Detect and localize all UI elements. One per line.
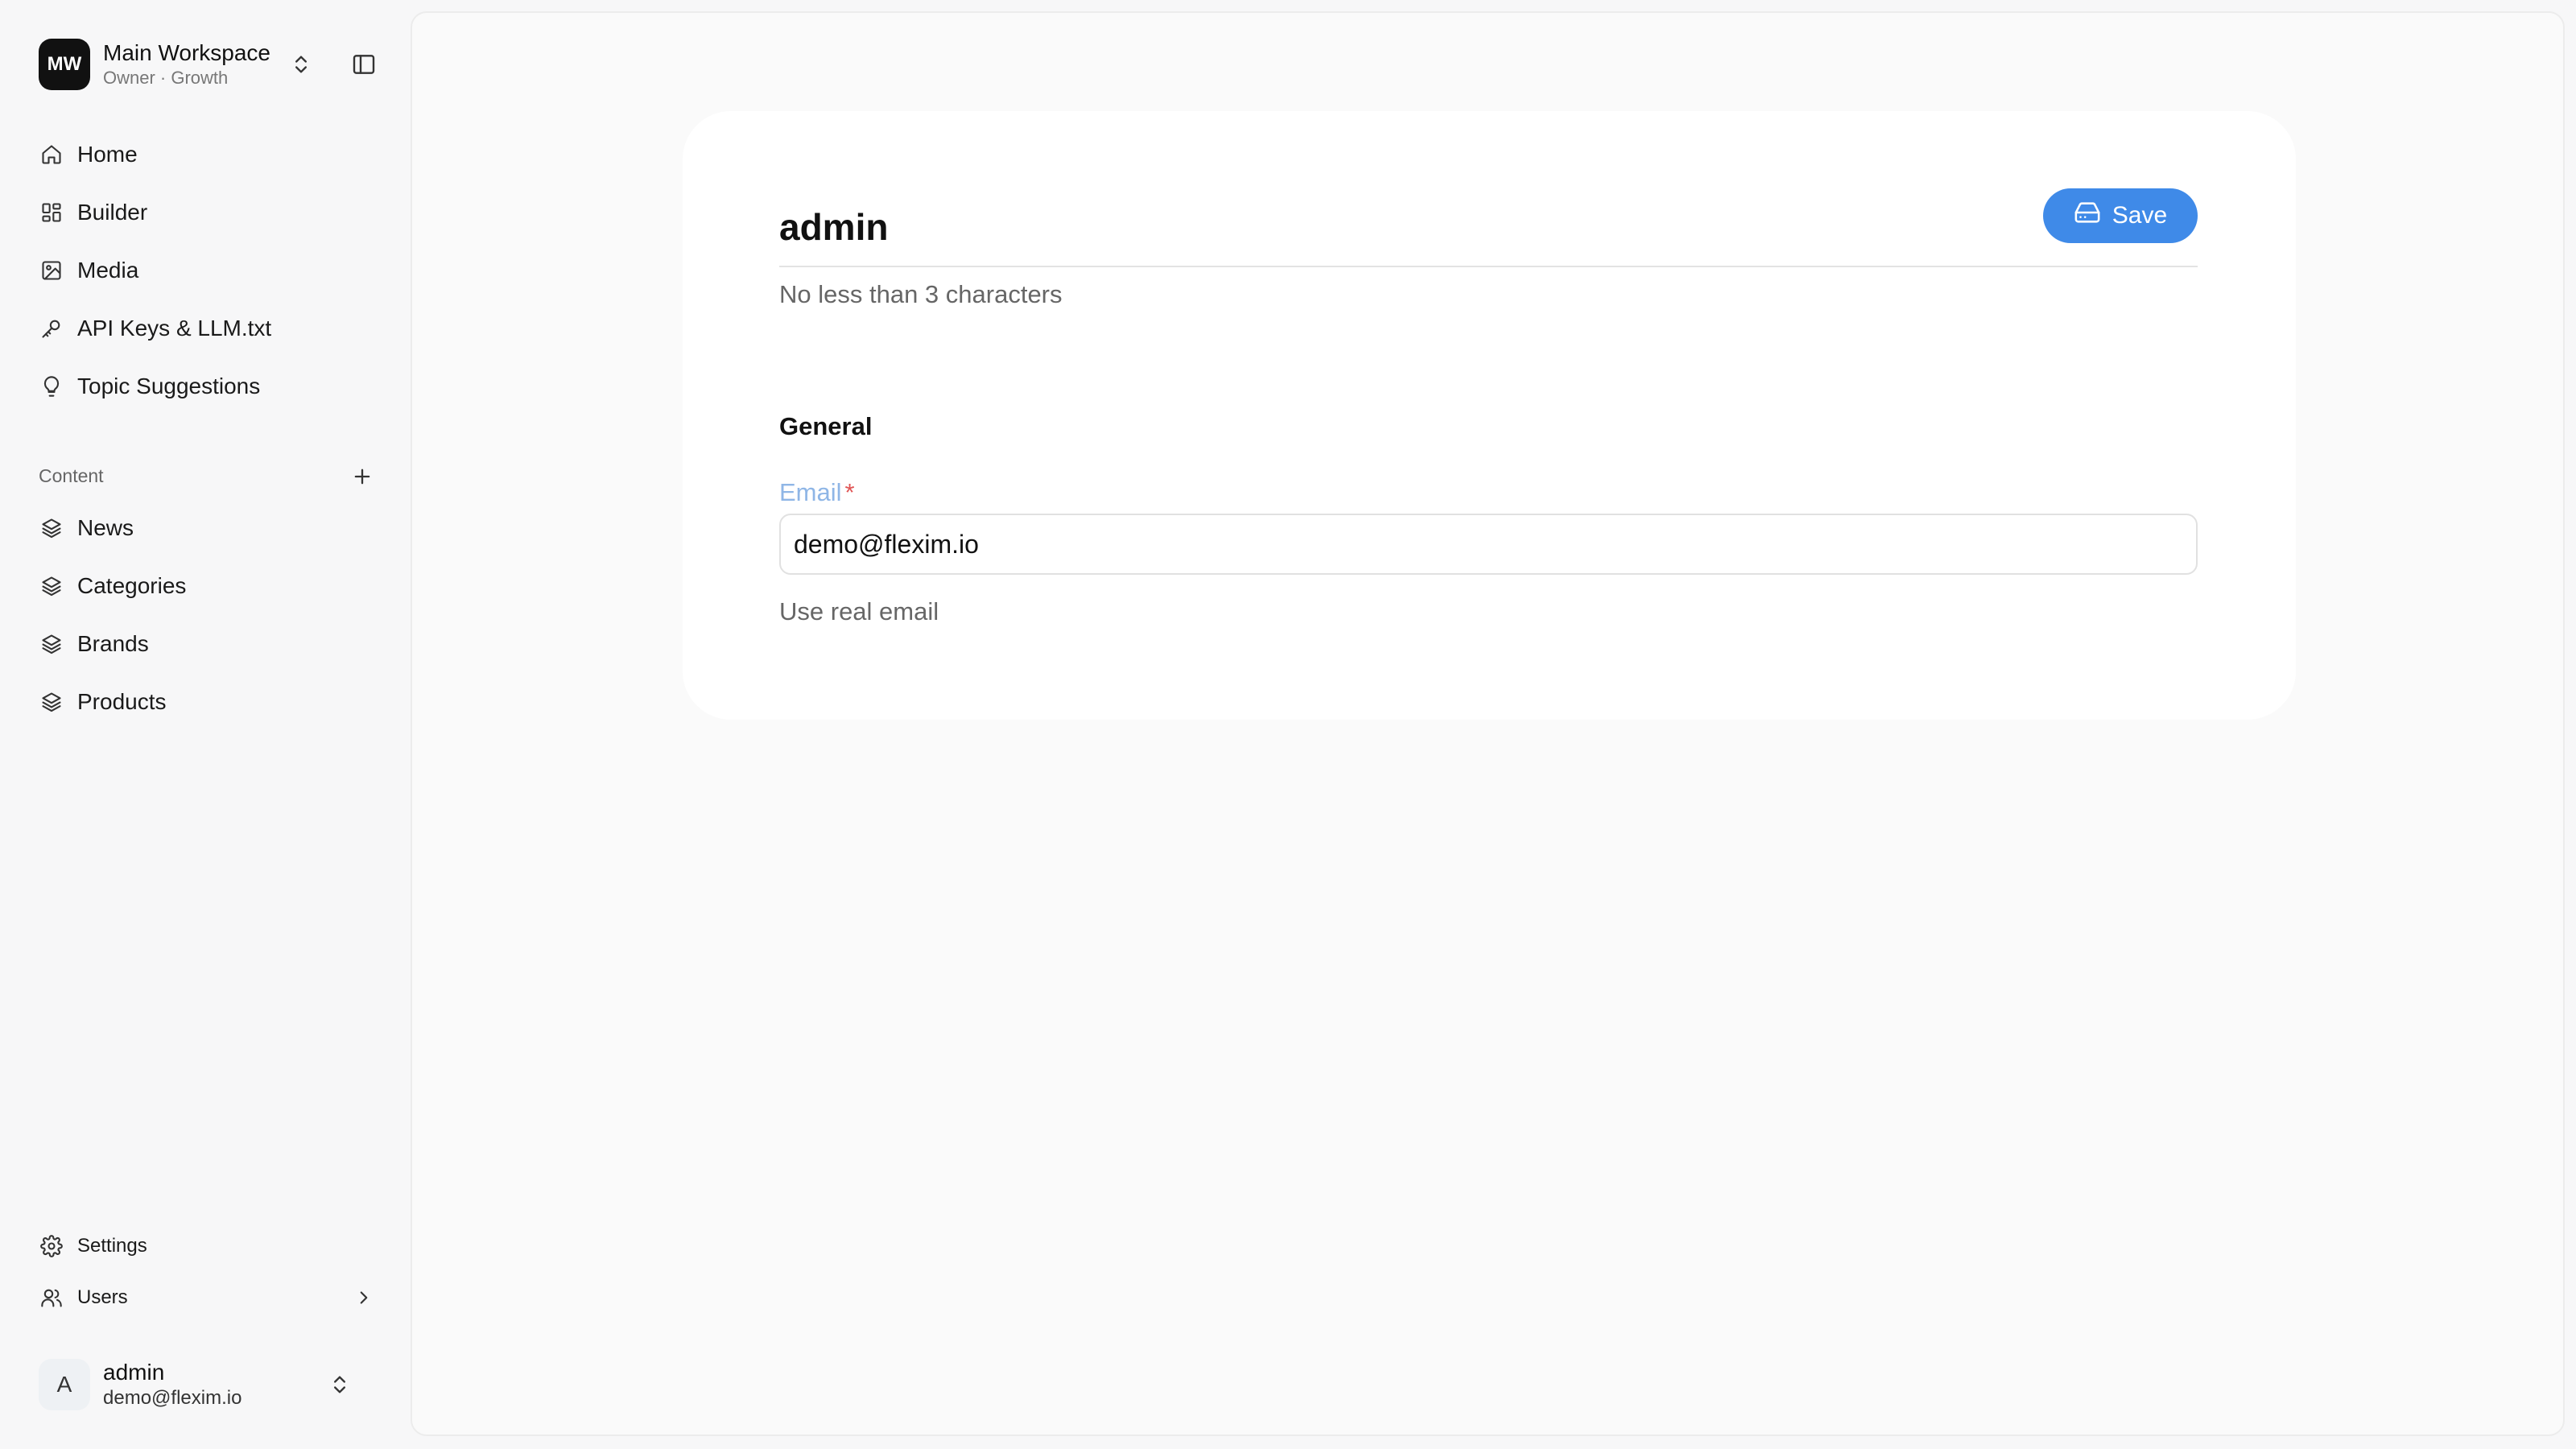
image-icon: [39, 258, 64, 283]
chevrons-up-down-icon[interactable]: [287, 50, 316, 79]
app-root: MW Main Workspace Owner · Growth Home Bu: [0, 0, 2576, 1449]
home-icon: [39, 142, 64, 167]
nav-label: Topic Suggestions: [77, 374, 261, 398]
name-input[interactable]: [779, 203, 1906, 251]
name-row: Save: [779, 188, 2198, 267]
content-section-label: Content: [39, 465, 104, 486]
nav-label: API Keys & LLM.txt: [77, 316, 272, 341]
nav-label: Home: [77, 142, 138, 167]
name-hint: No less than 3 characters: [779, 280, 1063, 308]
nav-item-users[interactable]: Users: [39, 1275, 377, 1320]
save-button-label: Save: [2112, 202, 2168, 229]
nav-label: Brands: [77, 631, 149, 656]
nav-item-topic-suggestions[interactable]: Topic Suggestions: [39, 364, 377, 409]
nav-item-products[interactable]: Products: [39, 679, 377, 724]
avatar: A: [39, 1359, 90, 1410]
sidebar: MW Main Workspace Owner · Growth Home Bu: [0, 0, 411, 1449]
nav-item-settings[interactable]: Settings: [39, 1224, 377, 1269]
nav-label: Builder: [77, 200, 148, 225]
email-label-text: Email: [779, 478, 842, 506]
email-label: Email *: [779, 478, 855, 507]
workspace-subtitle: Owner · Growth: [103, 68, 229, 88]
nav-item-home[interactable]: Home: [39, 132, 377, 177]
grid-icon: [39, 200, 64, 225]
user-form-card: Save No less than 3 characters General E…: [683, 111, 2296, 720]
workspace-text: Main Workspace Owner · Growth: [103, 39, 270, 89]
lightbulb-icon: [39, 374, 64, 399]
hard-drive-icon: [2074, 199, 2101, 233]
user-email: demo@flexim.io: [103, 1387, 242, 1409]
user-menu[interactable]: A admin demo@flexim.io: [39, 1359, 377, 1410]
layers-icon: [39, 573, 64, 599]
nav-label: Settings: [77, 1235, 147, 1257]
main-panel: Save No less than 3 characters General E…: [411, 11, 2565, 1436]
plus-icon[interactable]: [348, 462, 377, 491]
save-button[interactable]: Save: [2043, 188, 2198, 243]
nav-item-brands[interactable]: Brands: [39, 621, 377, 667]
users-icon: [39, 1285, 64, 1311]
nav-label: Categories: [77, 573, 187, 598]
nav-item-categories[interactable]: Categories: [39, 564, 377, 609]
workspace-name: Main Workspace: [103, 40, 271, 65]
nav-item-media[interactable]: Media: [39, 248, 377, 293]
nav-label: Media: [77, 258, 139, 283]
sidebar-toggle-icon[interactable]: [348, 48, 380, 80]
email-hint: Use real email: [779, 597, 939, 625]
nav-label: News: [77, 515, 134, 540]
chevron-right-icon[interactable]: [351, 1285, 377, 1311]
nav-item-api-keys[interactable]: API Keys & LLM.txt: [39, 306, 377, 351]
nav-item-builder[interactable]: Builder: [39, 190, 377, 235]
section-title-general: General: [779, 412, 873, 440]
nav-label: Users: [77, 1286, 128, 1308]
workspace-header[interactable]: MW Main Workspace Owner · Growth: [39, 39, 385, 90]
email-field[interactable]: [779, 514, 2198, 575]
layers-icon: [39, 689, 64, 715]
nav-label: Products: [77, 689, 167, 714]
layers-icon: [39, 631, 64, 657]
workspace-avatar: MW: [39, 39, 90, 90]
gear-icon: [39, 1233, 64, 1259]
user-text: admin demo@flexim.io: [103, 1359, 242, 1410]
required-mark: *: [844, 478, 855, 506]
user-name: admin: [103, 1360, 165, 1385]
key-icon: [39, 316, 64, 341]
layers-icon: [39, 515, 64, 541]
chevrons-up-down-icon[interactable]: [325, 1370, 354, 1399]
nav-item-news[interactable]: News: [39, 506, 377, 551]
